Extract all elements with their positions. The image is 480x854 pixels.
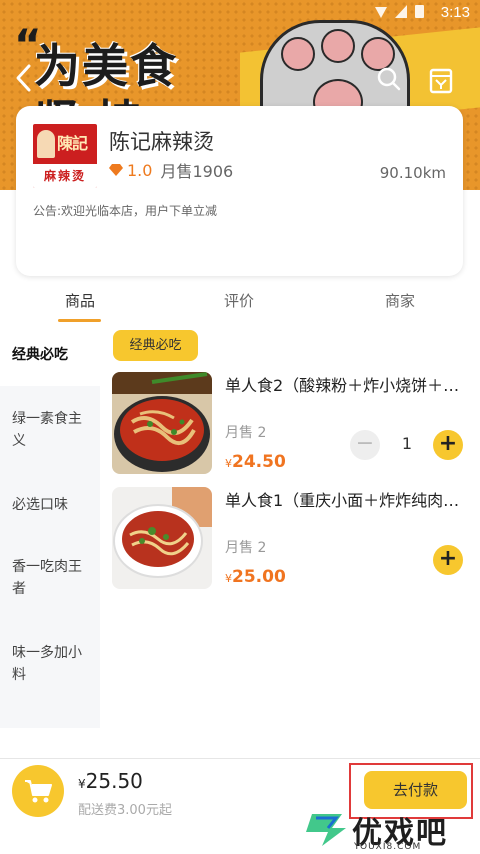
quantity-value: 1	[401, 434, 413, 453]
tab-bar: 商品 评价 商家	[0, 282, 480, 322]
shop-name: 陈记麻辣烫	[109, 130, 214, 154]
shop-distance: 90.10km	[379, 164, 446, 182]
tab-products[interactable]: 商品	[65, 290, 95, 311]
shopping-cart-icon	[25, 780, 52, 803]
tab-merchant[interactable]: 商家	[385, 290, 415, 311]
sidebar-item-flavor[interactable]: 必选口味	[12, 494, 92, 516]
paw-pad	[281, 37, 315, 71]
cart-total-value: 25.50	[85, 769, 143, 793]
watermark-url: YOUXI8.COM	[354, 842, 422, 852]
wifi-icon	[375, 6, 387, 18]
battery-icon	[415, 5, 424, 18]
favorite-button[interactable]	[428, 64, 454, 94]
sidebar-item-classic[interactable]: 经典必吃	[12, 344, 92, 366]
diamond-icon	[109, 164, 123, 176]
shop-bag-icon	[429, 68, 453, 94]
dish-sales: 月售 2	[225, 425, 267, 441]
decrease-quantity-button[interactable]: −	[350, 430, 380, 460]
currency-symbol: ¥	[225, 457, 232, 470]
hot-noodle-bowl-image	[112, 372, 212, 474]
shop-rating: 1.0	[127, 160, 153, 180]
tab-reviews[interactable]: 评价	[224, 290, 254, 311]
watermark-logo-icon	[306, 814, 346, 846]
shop-logo-text: 陳記	[57, 134, 88, 153]
dish-name: 单人食2（酸辣粉＋炸小烧饼＋…	[225, 376, 460, 395]
dish-item[interactable]: 单人食2（酸辣粉＋炸小烧饼＋… 月售 2 ¥24.50 − 1 +	[112, 372, 472, 477]
shop-rating-row: 1.0 月售1906	[109, 158, 233, 182]
shop-notice: 公告:欢迎光临本店，用户下单立减	[33, 204, 218, 218]
category-sidebar: 经典必吃 绿一素食主义 必选口味 香一吃肉王者 味一多加小料	[0, 322, 100, 728]
search-button[interactable]	[376, 66, 402, 92]
shop-logo-subtext: 麻辣烫	[33, 164, 97, 188]
sidebar-item-meat[interactable]: 香一吃肉王者	[12, 556, 82, 600]
no-signal-icon	[395, 5, 407, 18]
chef-figure	[37, 130, 55, 158]
currency-symbol: ¥	[78, 777, 86, 791]
dish-price: ¥25.00	[225, 567, 286, 587]
search-icon	[377, 67, 401, 91]
chevron-left-icon	[16, 64, 31, 92]
cart-total: ¥25.50	[78, 769, 143, 793]
delivery-fee: 配送费3.00元起	[78, 803, 172, 818]
status-bar: 3:13	[0, 0, 480, 24]
dish-price-value: 25.00	[232, 567, 286, 587]
sidebar-item-extras[interactable]: 味一多加小料	[12, 642, 82, 686]
increase-quantity-button[interactable]: +	[433, 545, 463, 575]
paw-pad	[321, 29, 355, 63]
noodle-bowl-image	[112, 487, 212, 589]
sidebar-item-vegetarian[interactable]: 绿一素食主义	[12, 408, 82, 452]
dish-price: ¥24.50	[225, 452, 286, 472]
dish-image	[112, 487, 212, 589]
increase-quantity-button[interactable]: +	[433, 430, 463, 460]
shop-monthly-sales: 月售1906	[160, 162, 234, 181]
dish-item[interactable]: 单人食1（重庆小面＋炸炸纯肉… 月售 2 ¥25.00 +	[112, 487, 472, 592]
dish-name: 单人食1（重庆小面＋炸炸纯肉…	[225, 491, 460, 510]
status-time: 3:13	[440, 4, 470, 21]
shop-info-card: 陳記 麻辣烫 陈记麻辣烫 1.0 月售1906 90.10km 公告:欢迎光临本…	[16, 106, 463, 276]
cart-button[interactable]	[12, 765, 64, 817]
shop-logo: 陳記 麻辣烫	[33, 124, 97, 188]
currency-symbol: ¥	[225, 572, 232, 585]
dish-sales: 月售 2	[225, 540, 267, 556]
category-badge: 经典必吃	[113, 330, 198, 361]
dish-image	[112, 372, 212, 474]
back-button[interactable]	[10, 62, 38, 94]
site-watermark: 优戏吧 YOUXI8.COM	[298, 806, 480, 854]
pay-button[interactable]: 去付款	[364, 771, 467, 809]
dish-price-value: 24.50	[232, 452, 286, 472]
status-icons	[375, 5, 424, 18]
